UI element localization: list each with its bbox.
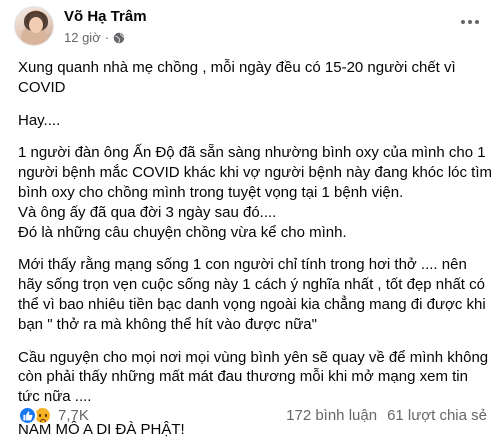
globe-icon[interactable] — [113, 32, 125, 44]
post-body: Xung quanh nhà mẹ chồng , mỗi ngày đều c… — [18, 58, 493, 441]
post-stats: 172 bình luận 61 lượt chia sẻ — [286, 407, 487, 424]
post-paragraph: Cầu nguyện cho mọi nơi mọi vùng bình yên… — [18, 348, 489, 406]
reactions-summary[interactable]: 7,7K — [18, 406, 89, 425]
post-time[interactable]: 12 giờ — [64, 30, 101, 45]
sad-eye — [39, 414, 41, 417]
like-icon — [18, 406, 37, 425]
post-footer: 7,7K 172 bình luận 61 lượt chia sẻ — [0, 402, 503, 432]
more-dot-icon — [461, 20, 465, 24]
shares-count[interactable]: 61 lượt chia sẻ — [387, 407, 487, 424]
avatar-face — [29, 17, 43, 33]
post-header: Võ Hạ Trâm 12 giờ · — [0, 0, 503, 52]
sad-mouth — [40, 419, 46, 422]
sad-eye — [45, 414, 47, 417]
more-dot-icon — [468, 20, 472, 24]
author-name[interactable]: Võ Hạ Trâm — [64, 8, 147, 25]
post-paragraph: Mới thấy rằng mạng sống 1 con người chỉ … — [18, 256, 486, 333]
more-options-button[interactable] — [455, 10, 485, 34]
reaction-count[interactable]: 7,7K — [58, 407, 89, 424]
author-avatar[interactable] — [14, 6, 54, 46]
meta-separator: · — [104, 30, 110, 45]
comments-count[interactable]: 172 bình luận — [286, 407, 377, 424]
post-paragraph: Hay.... — [18, 111, 61, 129]
post-paragraph: 1 người đàn ông Ấn Độ đã sẵn sàng nhường… — [18, 144, 492, 241]
post-paragraph: Xung quanh nhà mẹ chồng , mỗi ngày đều c… — [18, 59, 456, 96]
post-meta: 12 giờ · — [64, 30, 125, 45]
more-dot-icon — [475, 20, 479, 24]
